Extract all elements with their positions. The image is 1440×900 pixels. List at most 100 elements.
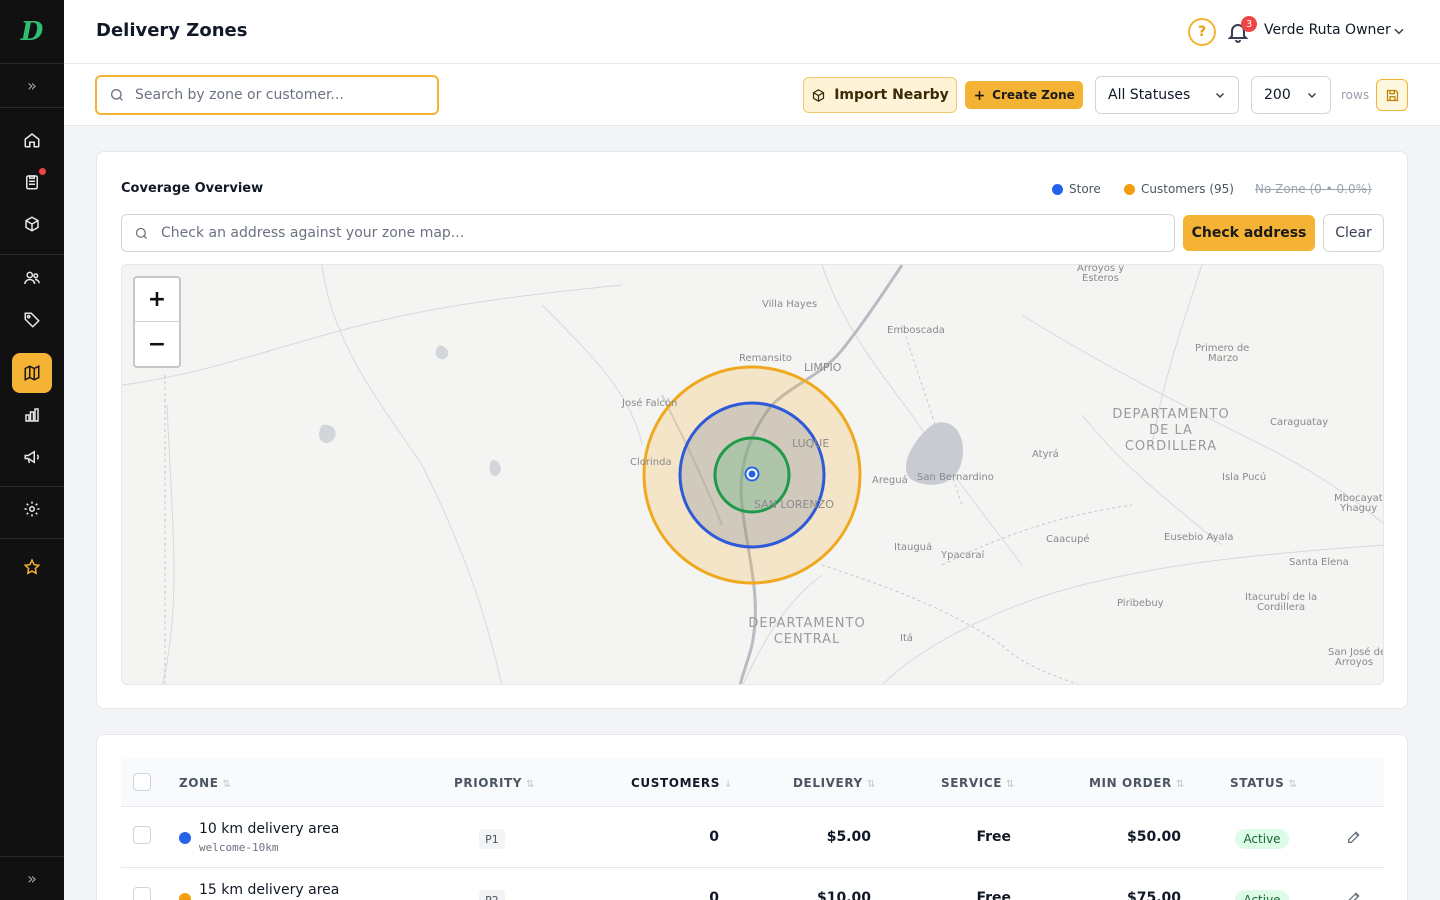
check-address-button[interactable]: Check address — [1183, 215, 1315, 251]
legend-customers[interactable]: Customers (95) — [1124, 182, 1234, 196]
sort-icon: ⇅ — [526, 779, 536, 790]
table-row[interactable]: 10 km delivery area welcome-10km P1 0 $5… — [121, 807, 1384, 868]
map-label: Ypacaraí — [940, 549, 985, 561]
map-icon — [24, 365, 40, 381]
zone-map[interactable]: Arroyos y Esteros Villa Hayes Emboscada … — [121, 264, 1384, 685]
sidebar-item-settings[interactable] — [12, 489, 52, 529]
megaphone-icon — [24, 450, 39, 464]
legend-customers-label: Customers (95) — [1141, 182, 1234, 196]
collapse-sidebar-icon[interactable]: » — [0, 856, 64, 900]
sidebar-item-customers[interactable] — [12, 258, 52, 298]
zoom-in-button[interactable]: + — [135, 278, 179, 322]
legend-store-label: Store — [1069, 182, 1101, 196]
home-icon — [24, 133, 40, 148]
import-nearby-label: Import Nearby — [834, 87, 949, 103]
column-delivery[interactable]: DELIVERY ⇅ — [793, 776, 876, 790]
plus-icon — [975, 90, 985, 100]
logo-mark: D — [20, 16, 44, 47]
zoom-out-button[interactable]: − — [135, 322, 179, 366]
map-label: CORDILLERA — [1125, 439, 1217, 454]
address-check-box[interactable] — [121, 214, 1175, 252]
map-base: Arroyos y Esteros Villa Hayes Emboscada … — [122, 265, 1383, 684]
column-service-label: SERVICE — [941, 776, 1003, 790]
legend-no-zone[interactable]: No Zone (0 • 0.0%) — [1255, 182, 1372, 196]
coverage-title: Coverage Overview — [121, 181, 264, 196]
rows-label: rows — [1341, 88, 1370, 102]
rows-per-page-select[interactable]: 200 — [1251, 76, 1331, 114]
sidebar-item-delivery-zones[interactable] — [12, 353, 52, 393]
page-title: Delivery Zones — [96, 20, 248, 41]
map-label: LUQUE — [792, 437, 829, 450]
select-all-checkbox[interactable] — [133, 773, 151, 791]
map-label: Caacupé — [1046, 533, 1090, 545]
sidebar-item-favorites[interactable] — [12, 547, 52, 587]
search-input[interactable] — [135, 87, 425, 103]
zone-name[interactable]: 10 km delivery area — [199, 821, 339, 837]
search-box[interactable] — [95, 75, 439, 115]
expand-sidebar-icon[interactable]: » — [0, 64, 64, 108]
map-label: Isla Pucú — [1222, 471, 1266, 483]
sort-icon: ⇅ — [222, 779, 232, 790]
row-checkbox[interactable] — [133, 826, 151, 844]
save-icon — [1386, 89, 1398, 101]
sidebar-item-analytics[interactable] — [12, 395, 52, 435]
map-label: LIMPIO — [804, 361, 842, 374]
table-row[interactable]: 15 km delivery area welcome-15km P2 0 $1… — [121, 868, 1384, 900]
edit-icon[interactable] — [1346, 829, 1362, 845]
legend-store: Store — [1052, 182, 1101, 196]
column-min-order[interactable]: MIN ORDER ⇅ — [1089, 776, 1185, 790]
address-check-input[interactable] — [161, 225, 1141, 241]
status-filter-select[interactable]: All Statuses — [1095, 76, 1239, 114]
coverage-overview-card: Coverage Overview Store Customers (95) N… — [96, 151, 1408, 709]
app-logo[interactable]: D — [0, 0, 64, 64]
search-icon — [135, 227, 147, 239]
search-icon — [111, 89, 123, 101]
map-label: Arroyos — [1335, 657, 1373, 668]
zone-color-dot — [179, 893, 191, 900]
save-view-button[interactable] — [1376, 79, 1408, 111]
create-zone-button[interactable]: Create Zone — [965, 81, 1083, 109]
toolbar: Import Nearby Create Zone All Statuses 2… — [64, 64, 1440, 126]
row-checkbox[interactable] — [133, 887, 151, 900]
sidebar-divider — [0, 538, 64, 539]
map-label: Eusebio Ayala — [1164, 532, 1234, 543]
map-label: CENTRAL — [774, 632, 841, 647]
sidebar-item-home[interactable] — [12, 120, 52, 160]
map-label: Santa Elena — [1289, 557, 1349, 568]
edit-icon[interactable] — [1346, 890, 1362, 900]
create-zone-label: Create Zone — [992, 88, 1075, 102]
column-service[interactable]: SERVICE ⇅ — [941, 776, 1015, 790]
column-priority[interactable]: PRIORITY ⇅ — [454, 776, 535, 790]
help-circle-icon[interactable]: ? — [1188, 18, 1216, 46]
map-label: Marzo — [1208, 353, 1238, 364]
zone-color-dot — [179, 832, 191, 844]
column-status-label: STATUS — [1230, 776, 1285, 790]
sidebar-item-products[interactable] — [12, 204, 52, 244]
zone-code: welcome-10km — [199, 841, 279, 854]
sort-icon: ⇅ — [866, 779, 876, 790]
clear-button[interactable]: Clear — [1323, 214, 1384, 252]
sort-desc-icon: ↓ — [724, 779, 733, 790]
sidebar-item-tags[interactable] — [12, 300, 52, 340]
customers-dot — [1124, 183, 1135, 195]
sidebar-item-marketing[interactable] — [12, 437, 52, 477]
map-label: Esteros — [1082, 273, 1119, 284]
users-icon — [24, 271, 40, 285]
import-nearby-button[interactable]: Import Nearby — [803, 77, 957, 113]
user-menu[interactable]: Verde Ruta Owner — [1264, 22, 1391, 38]
status-badge: Active — [1235, 890, 1289, 900]
customers-count: 0 — [709, 890, 719, 900]
map-label: Emboscada — [887, 325, 945, 336]
column-min-order-label: MIN ORDER — [1089, 776, 1172, 790]
status-filter-value: All Statuses — [1108, 87, 1191, 103]
column-status[interactable]: STATUS ⇅ — [1230, 776, 1297, 790]
clipboard-icon — [26, 175, 38, 190]
chevron-down-icon[interactable] — [1392, 24, 1406, 38]
notification-dot — [39, 168, 46, 175]
column-customers[interactable]: CUSTOMERS ↓ — [631, 776, 733, 790]
sidebar-item-orders[interactable] — [12, 162, 52, 202]
column-priority-label: PRIORITY — [454, 776, 523, 790]
column-zone[interactable]: ZONE ⇅ — [179, 776, 232, 790]
zone-name[interactable]: 15 km delivery area — [199, 882, 339, 898]
map-label: DEPARTAMENTO — [1112, 407, 1229, 422]
